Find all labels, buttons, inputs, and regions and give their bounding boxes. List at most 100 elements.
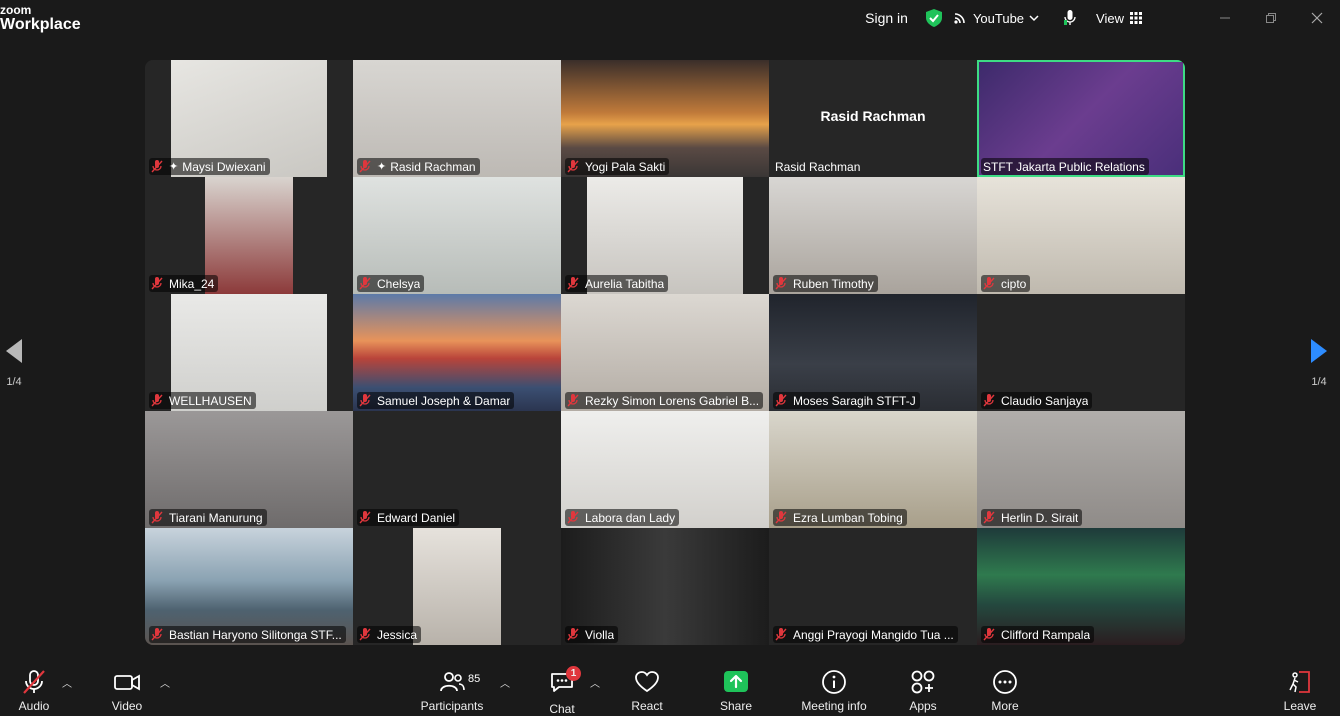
participant-tile[interactable]: Anggi Prayogi Mangido Tua ... — [769, 528, 977, 645]
muted-mic-icon — [775, 511, 787, 524]
muted-mic-icon — [983, 628, 995, 641]
broadcast-icon — [954, 13, 965, 24]
participant-name: Chelsya — [377, 276, 421, 291]
muted-mic-icon — [359, 160, 371, 173]
participant-tile[interactable]: ✦ Rasid Rachman — [353, 60, 561, 177]
participant-name: Yogi Pala Sakti — [585, 159, 666, 174]
audio-indicator-icon[interactable] — [1064, 10, 1076, 26]
pin-icon: ✦ — [169, 161, 179, 173]
audio-button[interactable]: Audio — [16, 669, 52, 713]
sign-in-link[interactable]: Sign in — [865, 10, 908, 26]
video-gallery: ✦ Maysi Dwiexani ✦ Rasid Rachman Yogi Pa… — [145, 60, 1185, 645]
close-button[interactable] — [1294, 0, 1340, 36]
participant-tile[interactable]: Samuel Joseph & Damar — [353, 294, 561, 411]
video-options-caret[interactable]: ︿ — [160, 675, 170, 690]
participant-tile[interactable]: Rasid Rachman Rasid Rachman — [769, 60, 977, 177]
react-button[interactable]: React — [628, 669, 666, 713]
participant-name: Rezky Simon Lorens Gabriel B... — [585, 393, 760, 408]
video-camera-icon — [114, 674, 140, 691]
muted-mic-icon — [151, 628, 163, 641]
participant-name: Anggi Prayogi Mangido Tua ... — [793, 627, 954, 642]
participant-name: Rasid Rachman — [390, 159, 476, 174]
share-button[interactable]: Share — [718, 669, 754, 713]
muted-mic-icon — [983, 277, 995, 290]
participant-tile[interactable]: Ruben Timothy — [769, 177, 977, 294]
participant-name-bar: Rezky Simon Lorens Gabriel B... — [565, 392, 764, 409]
video-off-display-name: Rasid Rachman — [820, 108, 926, 124]
leave-button[interactable]: Leave — [1282, 669, 1318, 713]
participant-tile[interactable]: Clifford Rampala — [977, 528, 1185, 645]
participant-name-bar: Aurelia Tabitha — [565, 275, 669, 292]
participant-tile[interactable]: Ezra Lumban Tobing — [769, 411, 977, 528]
leave-label: Leave — [1283, 699, 1317, 713]
participant-name-bar: cipto — [981, 275, 1031, 292]
participant-name: Ruben Timothy — [793, 276, 874, 291]
muted-mic-icon — [775, 394, 787, 407]
view-button[interactable]: View — [1096, 11, 1142, 26]
participant-name-bar: Clifford Rampala — [981, 626, 1095, 643]
participant-tile[interactable]: cipto — [977, 177, 1185, 294]
participant-tile[interactable]: Bastian Haryono Silitonga STF... — [145, 528, 353, 645]
participants-label: Participants — [420, 699, 484, 713]
triangle-left-icon — [6, 339, 22, 363]
participant-tile[interactable]: Rezky Simon Lorens Gabriel B... — [561, 294, 769, 411]
page-indicator-left: 1/4 — [6, 376, 22, 388]
more-button[interactable]: More — [988, 669, 1022, 713]
chat-options-caret[interactable]: ︿ — [590, 675, 600, 690]
muted-mic-icon — [151, 160, 163, 173]
video-label: Video — [111, 699, 143, 713]
participant-name-bar: Tiarani Manurung — [149, 509, 267, 526]
muted-mic-icon — [151, 511, 163, 524]
participant-tile[interactable]: WELLHAUSEN — [145, 294, 353, 411]
participants-options-caret[interactable]: ︿ — [500, 675, 510, 690]
participant-tile[interactable]: Moses Saragih STFT-J — [769, 294, 977, 411]
live-stream-button[interactable]: YouTube — [954, 11, 1044, 26]
meeting-toolbar: Audio ︿ Video ︿ Participants 85 ︿ 1 Chat… — [0, 661, 1340, 716]
apps-button[interactable]: Apps — [906, 669, 940, 713]
participant-tile[interactable]: Herlin D. Sirait — [977, 411, 1185, 528]
participant-name-bar: Chelsya — [357, 275, 425, 292]
participant-name: Samuel Joseph & Damar — [377, 393, 511, 408]
participant-name-bar: Claudio Sanjaya — [981, 392, 1093, 409]
minimize-icon — [1220, 17, 1230, 19]
participant-name: Herlin D. Sirait — [1001, 510, 1079, 525]
muted-mic-icon — [775, 277, 787, 290]
participant-tile[interactable]: Mika_24 — [145, 177, 353, 294]
participant-name: Edward Daniel — [377, 510, 456, 525]
participant-tile[interactable]: Jessica — [353, 528, 561, 645]
share-label: Share — [719, 699, 753, 713]
participant-tile[interactable]: Aurelia Tabitha — [561, 177, 769, 294]
participant-tile[interactable]: Claudio Sanjaya — [977, 294, 1185, 411]
chat-button[interactable]: 1 Chat — [546, 666, 581, 716]
participant-tile[interactable]: Tiarani Manurung — [145, 411, 353, 528]
audio-options-caret[interactable]: ︿ — [62, 675, 72, 690]
participant-name-bar: Ezra Lumban Tobing — [773, 509, 907, 526]
muted-mic-icon — [359, 511, 371, 524]
participant-tile[interactable]: Violla — [561, 528, 769, 645]
participant-tile[interactable]: Chelsya — [353, 177, 561, 294]
apps-label: Apps — [909, 699, 937, 713]
logo-line-1: zoom — [0, 3, 32, 17]
previous-page-button[interactable]: 1/4 — [0, 338, 28, 388]
top-bar: zoom Workplace Sign in YouTube View — [0, 0, 1340, 40]
meeting-info-button[interactable]: Meeting info — [798, 669, 870, 713]
participant-tile[interactable]: Edward Daniel — [353, 411, 561, 528]
participant-name: Clifford Rampala — [1001, 627, 1091, 642]
video-button[interactable]: Video — [108, 669, 146, 713]
participant-tile[interactable]: Labora dan Lady — [561, 411, 769, 528]
participant-name-bar: Jessica — [357, 626, 422, 643]
participant-tile[interactable]: Yogi Pala Sakti — [561, 60, 769, 177]
participant-tile[interactable]: ✦ Maysi Dwiexani — [145, 60, 353, 177]
restore-button[interactable] — [1248, 0, 1294, 36]
security-shield-icon[interactable] — [925, 9, 942, 27]
minimize-button[interactable] — [1202, 0, 1248, 36]
chat-label: Chat — [549, 702, 575, 716]
grid-view-icon — [1130, 12, 1142, 24]
active-speaker-tile[interactable]: STFT Jakarta Public Relations — [977, 60, 1185, 177]
more-label: More — [991, 699, 1019, 713]
participant-name: Rasid Rachman — [775, 159, 861, 174]
participant-name-bar: Anggi Prayogi Mangido Tua ... — [773, 626, 958, 643]
participant-video — [413, 528, 501, 645]
next-page-button[interactable]: 1/4 — [1305, 338, 1333, 388]
participant-name: Aurelia Tabitha — [585, 276, 665, 291]
